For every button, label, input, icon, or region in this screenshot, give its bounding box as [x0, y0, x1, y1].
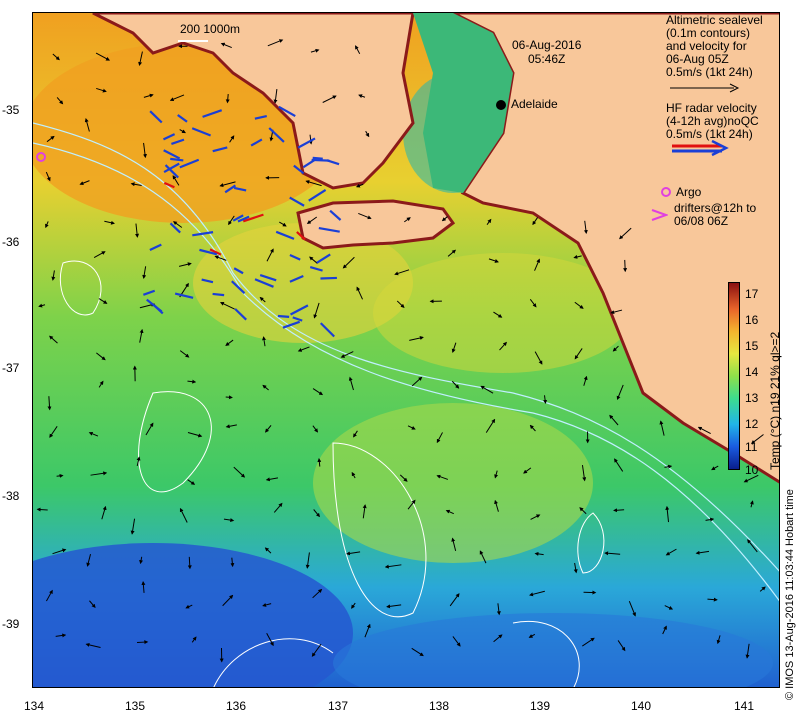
colorbar-title: Temp (°C) n19 21% ql>=2 [768, 331, 782, 470]
hf-radar-arrow [212, 292, 225, 297]
hf-legend: HF radar velocity (4-12h avg)noQC 0.5m/s… [666, 102, 759, 141]
velocity-arrow [137, 640, 149, 645]
velocity-arrow [187, 556, 192, 570]
legend-line: 06/08 06Z [674, 214, 729, 228]
temperature-colorbar [728, 282, 740, 470]
y-tick: -38 [2, 489, 20, 503]
map-time: 05:46Z [528, 52, 566, 66]
x-tick: 135 [124, 699, 146, 713]
x-tick: 137 [327, 699, 349, 713]
hf-radar-arrow [320, 276, 337, 280]
hf-radar-arrow [170, 157, 184, 162]
hf-radar-arrow [277, 314, 290, 318]
velocity-arrow [623, 259, 628, 273]
y-tick: -36 [2, 235, 20, 249]
colorbar-tick: 17 [745, 287, 759, 301]
argo-legend-icon [661, 187, 671, 197]
argo-label: Argo [676, 185, 702, 199]
y-tick: -37 [2, 361, 20, 375]
map-date: 06-Aug-2016 [512, 38, 582, 52]
city-label: Adelaide [511, 97, 558, 111]
legend-line: 0.5m/s (1kt 24h) [666, 65, 753, 79]
colorbar-tick: 16 [745, 313, 759, 327]
hf-radar-arrow [311, 158, 330, 162]
hf-radar-arrow [312, 156, 323, 160]
altimetric-legend: Altimetric sealevel (0.1m contours) and … [666, 14, 763, 79]
velocity-arrow [36, 507, 48, 512]
hf-scale-arrow [672, 140, 729, 157]
altimetric-scale-arrow [670, 83, 740, 93]
colorbar-tick: 10 [745, 463, 759, 477]
x-tick: 139 [529, 699, 551, 713]
scale-label: 200 1000m [180, 22, 241, 36]
colorbar-tick: 14 [745, 365, 759, 379]
drifters-legend: drifters@12h to 06/08 06Z [674, 202, 756, 228]
x-tick: 138 [428, 699, 450, 713]
legend: Altimetric sealevel (0.1m contours) and … [651, 12, 780, 244]
adelaide-marker [496, 100, 506, 110]
y-tick: -35 [2, 103, 20, 117]
colorbar-tick: 15 [745, 339, 759, 353]
drifter-legend-icon [651, 209, 668, 221]
x-tick: 140 [630, 699, 652, 713]
colorbar-tick: 11 [745, 440, 758, 454]
x-tick: 141 [733, 699, 755, 713]
velocity-arrow [707, 597, 718, 602]
x-tick: 136 [225, 699, 247, 713]
colorbar-tick: 13 [745, 391, 759, 405]
velocity-arrow [613, 508, 625, 513]
velocity-arrow [225, 395, 233, 400]
x-tick: 134 [23, 699, 45, 713]
colorbar-tick: 12 [745, 417, 759, 431]
y-tick: -39 [2, 617, 20, 631]
credit-text: © IMOS 13-Aug-2016 11:03:44 Hobart time [784, 489, 796, 700]
